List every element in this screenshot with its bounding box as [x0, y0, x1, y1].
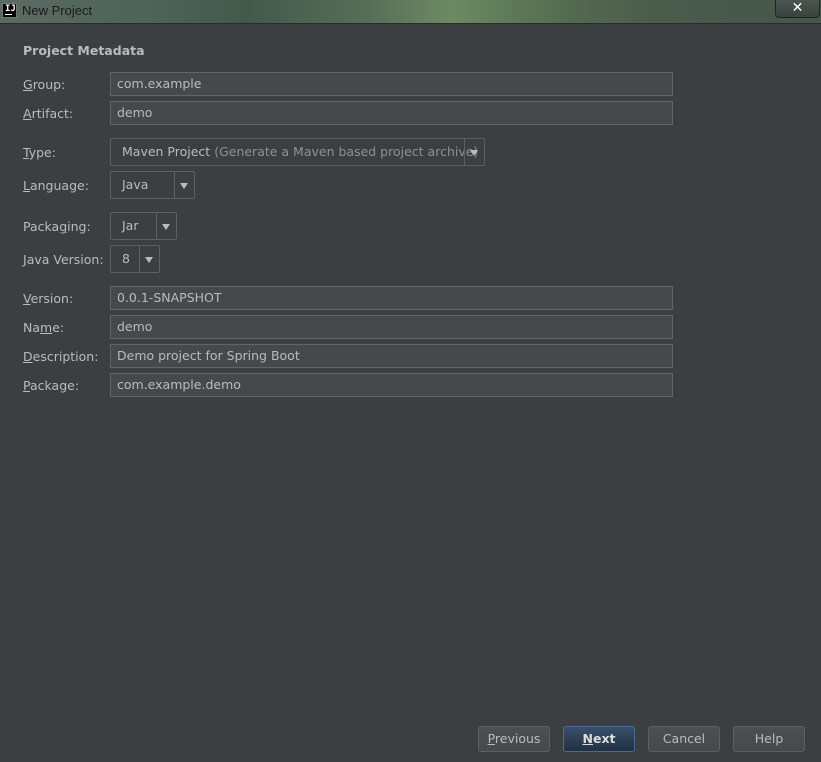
group-input[interactable]: com.example	[110, 72, 673, 96]
window-title: New Project	[22, 3, 93, 18]
close-icon: ✕	[791, 0, 804, 16]
help-button[interactable]: Help	[733, 726, 805, 752]
title-bar[interactable]: IJ New Project ✕	[0, 0, 821, 24]
package-input[interactable]: com.example.demo	[110, 373, 673, 397]
version-input[interactable]: 0.0.1-SNAPSHOT	[110, 286, 673, 310]
artifact-input[interactable]: demo	[110, 101, 673, 125]
packaging-label: Packaging:	[23, 219, 91, 234]
cancel-button[interactable]: Cancel	[648, 726, 720, 752]
group-label: Group:	[23, 77, 66, 92]
name-label: Name:	[23, 320, 65, 335]
description-label: Description:	[23, 349, 99, 364]
language-label: Language:	[23, 178, 89, 193]
java-version-select[interactable]: 8	[110, 245, 160, 273]
type-select[interactable]: Maven Project (Generate a Maven based pr…	[110, 138, 485, 166]
language-select-value: Java	[122, 177, 149, 192]
name-input[interactable]: demo	[110, 315, 673, 339]
java-version-select-value: 8	[122, 251, 130, 266]
previous-button[interactable]: Previous	[478, 726, 550, 752]
next-button[interactable]: Next	[563, 726, 635, 752]
intellij-app-icon: IJ	[2, 3, 17, 18]
java-version-label: Java Version:	[23, 252, 104, 267]
type-select-detail: (Generate a Maven based project archive)	[214, 144, 479, 159]
packaging-select[interactable]: Jar	[110, 212, 177, 240]
chevron-down-icon[interactable]	[156, 213, 176, 239]
package-label: Package:	[23, 378, 80, 393]
artifact-label: Artifact:	[23, 106, 74, 121]
description-input[interactable]: Demo project for Spring Boot	[110, 344, 673, 368]
close-window-button[interactable]: ✕	[775, 0, 820, 18]
version-label: Version:	[23, 291, 74, 306]
chevron-down-icon[interactable]	[464, 139, 484, 165]
chevron-down-icon[interactable]	[139, 246, 159, 272]
type-label: Type:	[23, 145, 56, 160]
chevron-down-icon[interactable]	[174, 172, 194, 198]
packaging-select-value: Jar	[122, 218, 139, 233]
language-select[interactable]: Java	[110, 171, 195, 199]
type-select-value: Maven Project	[122, 144, 211, 159]
section-title: Project Metadata	[23, 43, 145, 58]
